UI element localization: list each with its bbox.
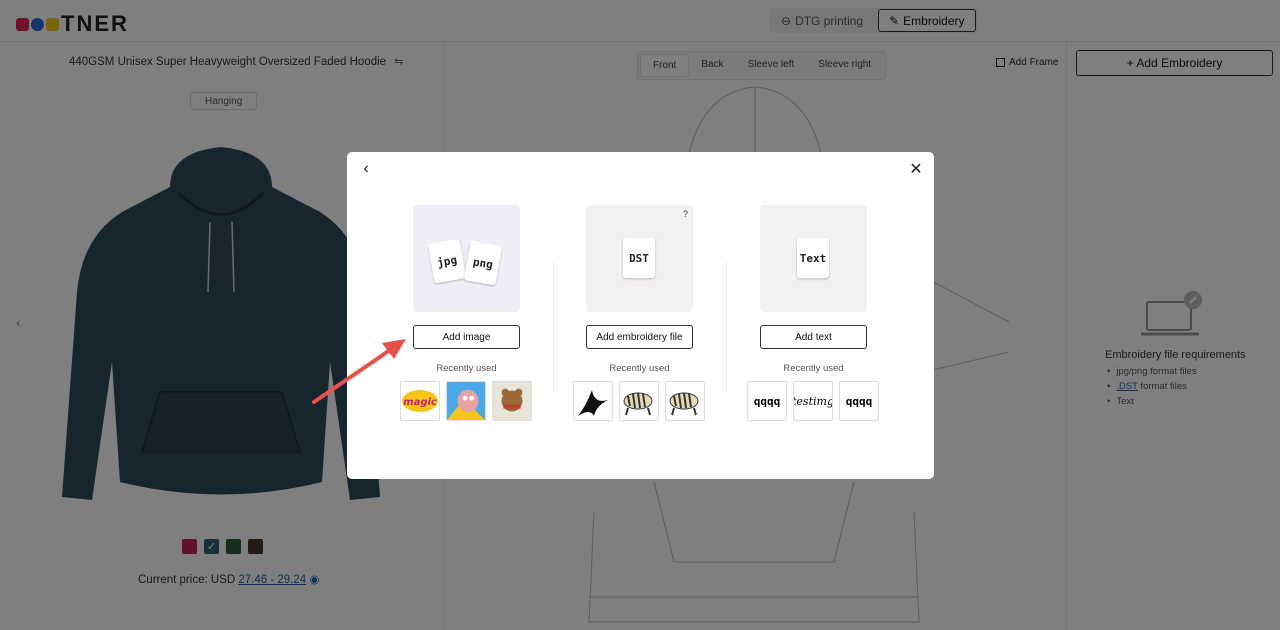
- text-file-icon: Text: [797, 238, 829, 278]
- recent-thumb-bird[interactable]: [573, 381, 613, 421]
- recent-images: magic: [400, 381, 533, 421]
- add-text-button[interactable]: Add text: [760, 325, 867, 349]
- recent-thumb-bear[interactable]: [492, 381, 532, 421]
- recently-used-label: Recently used: [609, 363, 670, 374]
- recent-text-value: qqqq: [753, 394, 781, 408]
- add-embroidery-file-button[interactable]: Add embroidery file: [586, 325, 693, 349]
- close-icon[interactable]: ✕: [907, 160, 925, 178]
- png-file-icon: png: [463, 240, 503, 286]
- recent-text-value: testimg: [793, 394, 833, 408]
- dst-file-icon: DST: [623, 238, 655, 278]
- back-icon[interactable]: ‹: [357, 160, 375, 178]
- image-tile[interactable]: jpg png: [413, 205, 520, 312]
- jpg-png-icon: jpg png: [427, 235, 505, 287]
- recent-thumb-zebra[interactable]: [665, 381, 705, 421]
- text-tile[interactable]: Text: [760, 205, 867, 312]
- recent-thumb-magic[interactable]: magic: [400, 381, 440, 421]
- help-icon[interactable]: ?: [683, 209, 688, 219]
- recent-text-thumb[interactable]: qqqq: [747, 381, 787, 421]
- add-image-button[interactable]: Add image: [413, 325, 520, 349]
- recent-texts: qqqq testimg qqqq: [747, 381, 880, 421]
- jpg-file-icon: jpg: [427, 238, 467, 284]
- recent-text-thumb[interactable]: qqqq: [839, 381, 879, 421]
- recent-thumb-zebra[interactable]: [619, 381, 659, 421]
- recent-text-value: qqqq: [845, 394, 873, 408]
- recently-used-label: Recently used: [783, 363, 844, 374]
- recent-thumb-cartoon[interactable]: [446, 381, 486, 421]
- svg-text:magic: magic: [403, 397, 437, 408]
- recent-text-thumb[interactable]: testimg: [793, 381, 833, 421]
- add-design-modal: ‹ ✕ jpg png Add image Recently used magi…: [347, 152, 934, 479]
- recent-embroidery-files: [573, 381, 706, 421]
- divider: [726, 262, 727, 392]
- recently-used-label: Recently used: [436, 363, 497, 374]
- dst-tile[interactable]: DST: [586, 205, 693, 312]
- divider: [553, 262, 554, 392]
